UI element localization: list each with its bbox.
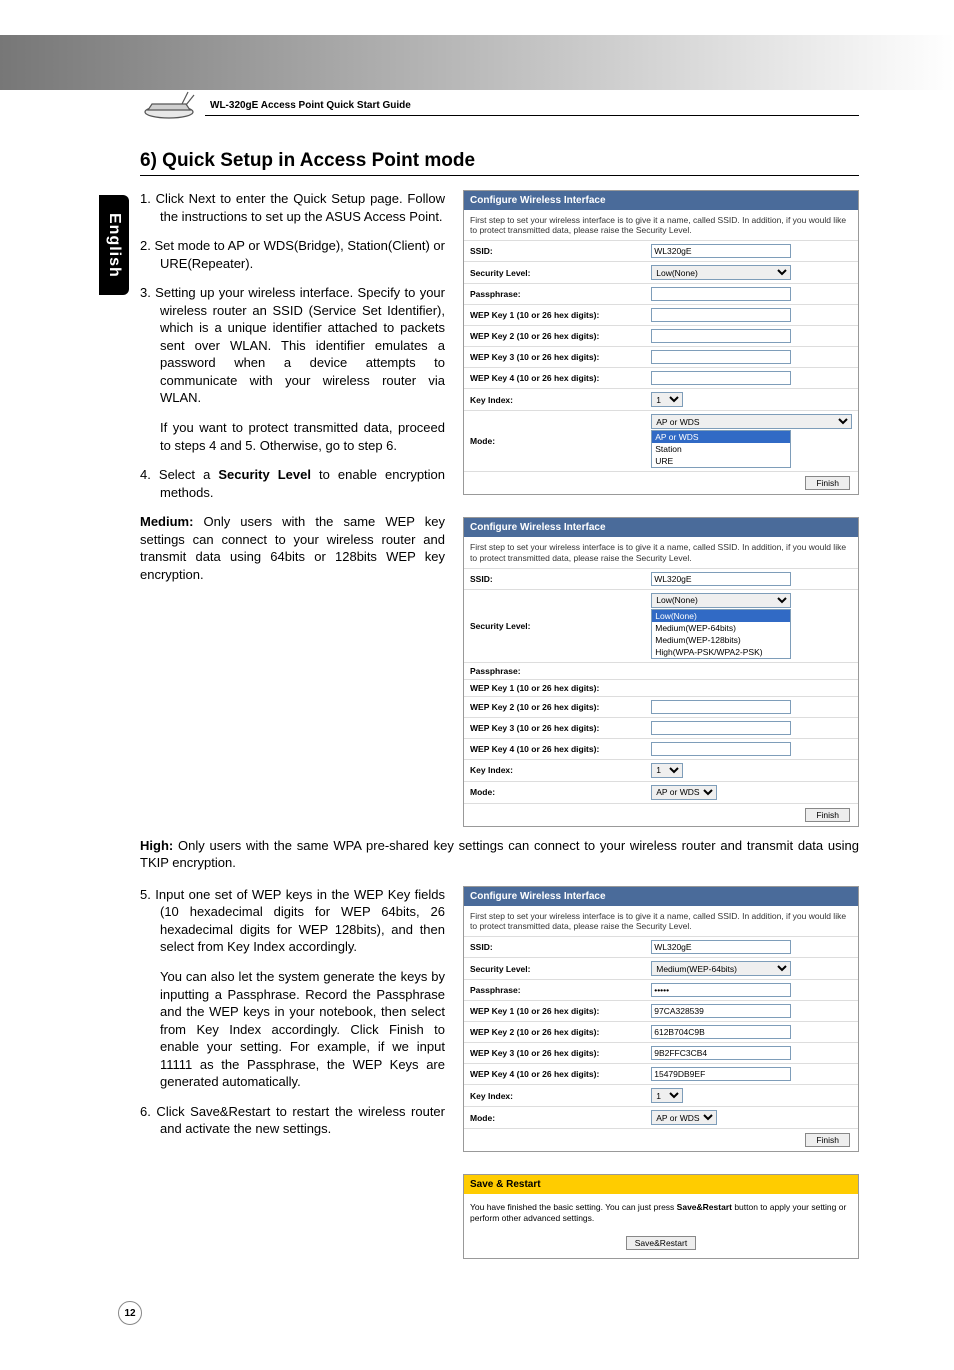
wep4-input[interactable] [651, 371, 791, 385]
panel-title: Configure Wireless Interface [464, 191, 858, 210]
config-panel-2: Configure Wireless Interface First step … [463, 517, 859, 826]
step-5-sub: You can also let the system generate the… [140, 968, 445, 1091]
panel-desc: First step to set your wireless interfac… [464, 906, 858, 936]
router-icon [140, 90, 198, 120]
step-2: 2. Set mode to AP or WDS(Bridge), Statio… [140, 237, 445, 272]
wep2-input[interactable] [651, 1025, 791, 1039]
security-select[interactable]: Medium(WEP-64bits) [651, 961, 791, 976]
ssid-input[interactable] [651, 940, 791, 954]
section-heading: 6) Quick Setup in Access Point mode [140, 150, 859, 176]
key-index-select[interactable]: 1 [651, 1088, 683, 1103]
passphrase-input[interactable] [651, 983, 791, 997]
wep3-input[interactable] [651, 1046, 791, 1060]
key-index-select[interactable]: 1 [651, 392, 683, 407]
save-restart-body: You have finished the basic setting. You… [464, 1194, 858, 1232]
save-restart-button[interactable]: Save&Restart [626, 1236, 696, 1250]
security-dropdown-open[interactable]: Low(None) Medium(WEP-64bits) Medium(WEP-… [651, 609, 791, 659]
save-restart-panel: Save & Restart You have finished the bas… [463, 1174, 859, 1259]
panel-title: Configure Wireless Interface [464, 887, 858, 906]
step-3: 3. Setting up your wireless interface. S… [140, 284, 445, 407]
finish-button[interactable]: Finish [805, 476, 850, 490]
config-panel-3: Configure Wireless Interface First step … [463, 886, 859, 1152]
panel-title: Configure Wireless Interface [464, 518, 858, 537]
panel-desc: First step to set your wireless interfac… [464, 537, 858, 567]
step-1: 1. Click Next to enter the Quick Setup p… [140, 190, 445, 225]
step-5: 5. Input one set of WEP keys in the WEP … [140, 886, 445, 956]
mode-select[interactable]: AP or WDS [651, 785, 717, 800]
wep1-input[interactable] [651, 308, 791, 322]
panel-desc: First step to set your wireless interfac… [464, 210, 858, 240]
finish-button[interactable]: Finish [805, 808, 850, 822]
wep1-input[interactable] [651, 1004, 791, 1018]
wep4-input[interactable] [651, 742, 791, 756]
language-tab: English [99, 195, 129, 295]
high-note: High: Only users with the same WPA pre-s… [140, 837, 859, 872]
wep4-input[interactable] [651, 1067, 791, 1081]
ssid-input[interactable] [651, 572, 791, 586]
save-restart-title: Save & Restart [464, 1175, 858, 1194]
config-panel-1: Configure Wireless Interface First step … [463, 190, 859, 495]
security-select[interactable]: Low(None) [651, 265, 791, 280]
passphrase-input[interactable] [651, 287, 791, 301]
wep2-input[interactable] [651, 329, 791, 343]
mode-select[interactable]: AP or WDS [651, 1110, 717, 1125]
wep2-input[interactable] [651, 700, 791, 714]
finish-button[interactable]: Finish [805, 1133, 850, 1147]
wep3-input[interactable] [651, 350, 791, 364]
step-4: 4. Select a Security Level to enable enc… [140, 466, 445, 501]
ssid-input[interactable] [651, 244, 791, 258]
key-index-select[interactable]: 1 [651, 763, 683, 778]
mode-dropdown-open[interactable]: AP or WDS Station URE [651, 430, 791, 468]
step-6: 6. Click Save&Restart to restart the wir… [140, 1103, 445, 1138]
wep3-input[interactable] [651, 721, 791, 735]
page-number: 12 [118, 1301, 142, 1325]
medium-note: Medium: Only users with the same WEP key… [140, 513, 445, 583]
security-select[interactable]: Low(None) [651, 593, 791, 608]
step-3-sub: If you want to protect transmitted data,… [140, 419, 445, 454]
guide-title: WL-320gE Access Point Quick Start Guide [210, 100, 411, 111]
mode-select[interactable]: AP or WDS [651, 414, 852, 429]
